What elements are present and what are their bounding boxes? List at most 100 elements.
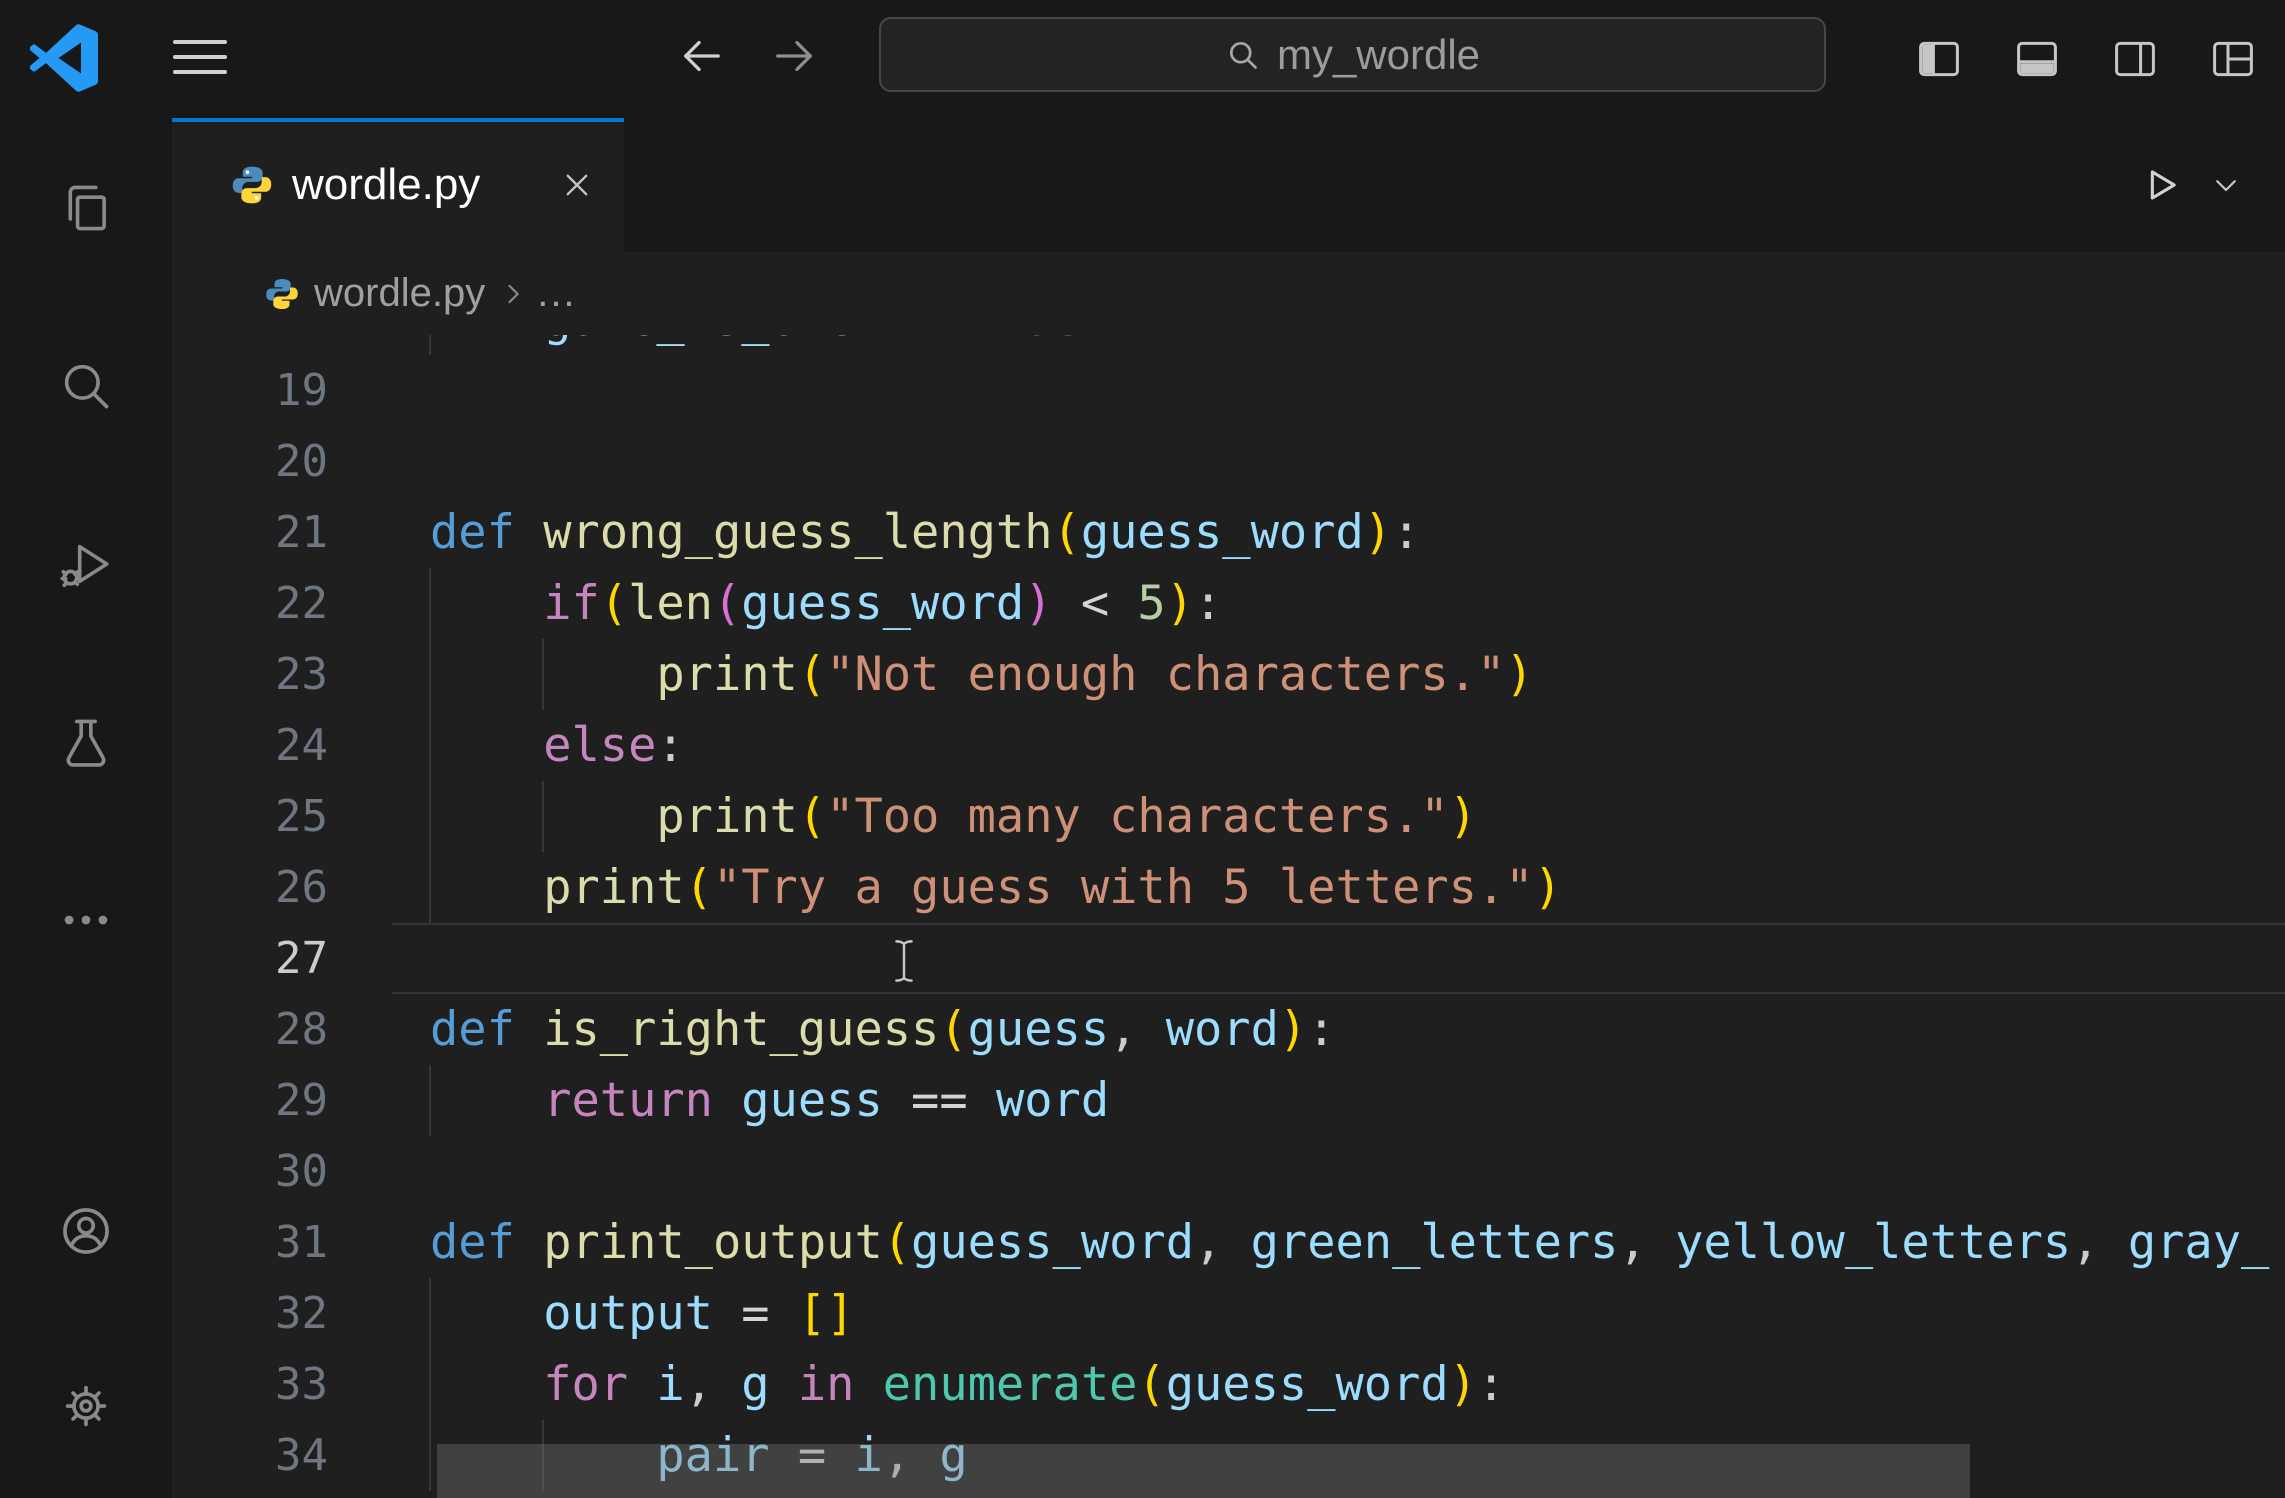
indent-guide [542, 639, 544, 710]
title-bar: my_wordle [0, 0, 2285, 118]
code-token [770, 1286, 798, 1341]
line-number[interactable]: 31 [172, 1207, 328, 1278]
line-number[interactable]: 26 [172, 852, 328, 923]
code-token: in [798, 1357, 855, 1412]
code-line[interactable]: 19 [172, 355, 2285, 426]
python-icon [230, 163, 274, 207]
forward-icon[interactable] [772, 33, 818, 79]
code-token [515, 505, 543, 560]
line-number[interactable]: 25 [172, 781, 328, 852]
layout-controls [1915, 0, 2257, 118]
breadcrumb-more[interactable]: ... [537, 271, 576, 316]
code-token [968, 1073, 996, 1128]
horizontal-scrollbar[interactable] [437, 1444, 1970, 1498]
toggle-primary-sidebar-icon[interactable] [1915, 35, 1963, 83]
code-line[interactable]: 23 print("Not enough characters.") [172, 639, 2285, 710]
indent-guide [429, 852, 431, 923]
tab-label: wordle.py [292, 160, 480, 210]
code-line[interactable]: 22 if(len(guess_word) < 5): [172, 568, 2285, 639]
code-content: output = [] [392, 1278, 2285, 1349]
code-line[interactable]: 21 def wrong_guess_length(guess_word): [172, 497, 2285, 568]
line-number[interactable]: 20 [172, 426, 328, 497]
line-number[interactable]: 30 [172, 1136, 328, 1207]
code-line[interactable]: 33 for i, g in enumerate(guess_word): [172, 1349, 2285, 1420]
code-token [1109, 576, 1137, 631]
more-actions-icon[interactable] [57, 891, 115, 949]
code-token [430, 1073, 543, 1128]
command-center-search[interactable]: my_wordle [879, 17, 1826, 92]
code-line[interactable]: 29 return guess == word [172, 1065, 2285, 1136]
code-line[interactable]: 26 print("Try a guess with 5 letters.") [172, 852, 2285, 923]
code-content: def print_output(guess_word, green_lette… [392, 1207, 2285, 1278]
code-token: game_is_over [543, 335, 883, 347]
code-line[interactable]: 32 output = [] [172, 1278, 2285, 1349]
tab-wordle-py[interactable]: wordle.py [172, 118, 624, 252]
code-line[interactable]: 30 [172, 1136, 2285, 1207]
accounts-icon[interactable] [57, 1202, 115, 1260]
indent-guide [429, 568, 431, 639]
code-token [713, 1073, 741, 1128]
code-token: len [628, 576, 713, 631]
breadcrumb-file[interactable]: wordle.py [314, 271, 485, 316]
line-number[interactable]: 21 [172, 497, 328, 568]
code-content: print("Try a guess with 5 letters.") [392, 852, 2285, 923]
code-line[interactable]: 18 game_is_over = True [172, 335, 2285, 355]
code-line[interactable]: 27 [172, 923, 2285, 994]
customize-layout-icon[interactable] [2209, 35, 2257, 83]
line-number[interactable]: 29 [172, 1065, 328, 1136]
testing-icon[interactable] [57, 713, 115, 771]
code-token: True [968, 335, 1081, 347]
line-number[interactable]: 18 [172, 335, 328, 355]
code-line[interactable]: 20 [172, 426, 2285, 497]
code-token [515, 1002, 543, 1057]
close-icon[interactable] [560, 168, 594, 202]
indent-guide [429, 781, 431, 852]
code-token: , [1109, 1002, 1166, 1057]
code-token: , [685, 1357, 742, 1412]
code-token: def [430, 505, 515, 560]
code-token: ) [1534, 860, 1562, 915]
run-button[interactable] [2137, 162, 2183, 208]
python-icon [264, 276, 300, 312]
indent-guide [429, 639, 431, 710]
back-icon[interactable] [678, 33, 724, 79]
line-number[interactable]: 32 [172, 1278, 328, 1349]
code-token: ) [1364, 505, 1392, 560]
code-line[interactable]: 25 print("Too many characters.") [172, 781, 2285, 852]
run-and-debug-icon[interactable] [57, 535, 115, 593]
line-number[interactable]: 34 [172, 1420, 328, 1491]
code-token: ) [1449, 1357, 1477, 1412]
code-token: print [656, 789, 797, 844]
run-dropdown-chevron-icon[interactable] [2211, 170, 2241, 200]
menu-icon[interactable] [173, 40, 227, 74]
line-number[interactable]: 22 [172, 568, 328, 639]
code-content: for i, g in enumerate(guess_word): [392, 1349, 2285, 1420]
editor-code-area[interactable]: 18 game_is_over = True192021 def wrong_gu… [172, 335, 2285, 1498]
code-token: for [543, 1357, 628, 1412]
code-content: def wrong_guess_length(guess_word): [392, 497, 2285, 568]
line-number[interactable]: 19 [172, 355, 328, 426]
code-token: ( [713, 576, 741, 631]
line-number[interactable]: 28 [172, 994, 328, 1065]
code-line[interactable]: 31 def print_output(guess_word, green_let… [172, 1207, 2285, 1278]
code-line[interactable]: 28def is_right_guess(guess, word): [172, 994, 2285, 1065]
manage-gear-icon[interactable] [57, 1377, 115, 1435]
line-number[interactable]: 33 [172, 1349, 328, 1420]
tab-bar: wordle.py [172, 118, 2285, 252]
code-content: print("Not enough characters.") [392, 639, 2285, 710]
activity-bar [0, 118, 172, 1498]
code-token: guess_word [741, 576, 1024, 631]
code-token: guess [741, 1073, 882, 1128]
editor-actions [2137, 118, 2241, 252]
line-number[interactable]: 23 [172, 639, 328, 710]
toggle-panel-icon[interactable] [2013, 35, 2061, 83]
code-line[interactable]: 24 else: [172, 710, 2285, 781]
explorer-icon[interactable] [57, 179, 115, 237]
search-sidebar-icon[interactable] [57, 357, 115, 415]
line-number[interactable]: 27 [172, 923, 328, 994]
code-token: : [656, 718, 684, 773]
code-token [939, 335, 967, 347]
line-number[interactable]: 24 [172, 710, 328, 781]
code-token [628, 1357, 656, 1412]
toggle-secondary-sidebar-icon[interactable] [2111, 35, 2159, 83]
